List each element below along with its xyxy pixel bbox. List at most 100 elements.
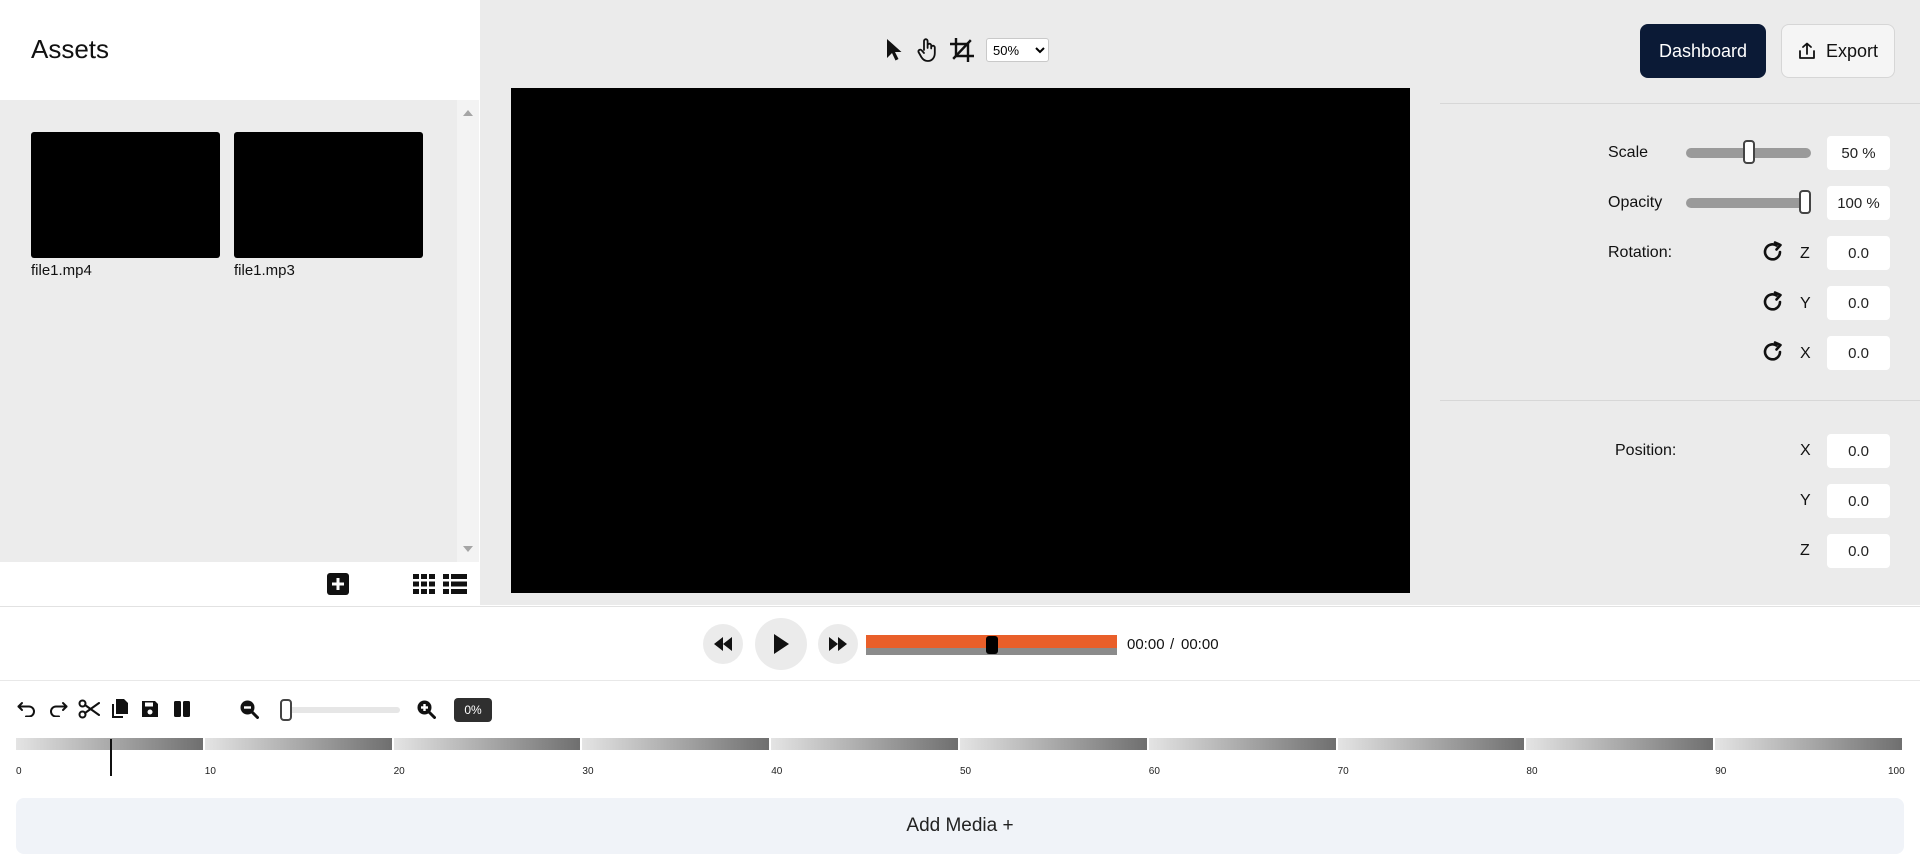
ruler-tick-label: 80 — [1526, 766, 1538, 777]
scale-label: Scale — [1608, 144, 1649, 161]
fast-forward-icon — [829, 637, 847, 651]
position-y-label: Y — [1800, 492, 1811, 509]
ruler-segment — [1715, 738, 1902, 750]
undo-icon[interactable] — [16, 698, 38, 720]
rotation-z-label: Z — [1800, 245, 1810, 262]
progress-thumb[interactable] — [985, 636, 998, 654]
asset-tile[interactable]: file1.mp4 — [31, 132, 220, 279]
rotate-icon[interactable] — [1762, 341, 1784, 363]
export-button[interactable]: Export — [1781, 24, 1895, 78]
export-icon — [1798, 42, 1816, 60]
opacity-slider-thumb[interactable] — [1799, 190, 1811, 214]
pointer-tool-icon[interactable] — [880, 36, 908, 64]
ruler-segment — [204, 738, 392, 750]
rotate-icon[interactable] — [1762, 241, 1784, 263]
rotation-y-label: Y — [1800, 295, 1811, 312]
add-media-button[interactable]: Add Media + — [16, 798, 1904, 854]
position-z-label: Z — [1800, 542, 1810, 559]
position-y-input[interactable]: 0.0 — [1827, 484, 1890, 518]
opacity-label: Opacity — [1608, 194, 1663, 211]
ruler-tick-label: 70 — [1337, 766, 1349, 777]
position-x-label: X — [1800, 442, 1811, 459]
timeline-zoom-slider[interactable] — [280, 699, 400, 721]
ruler-segment — [582, 738, 770, 750]
rotation-x-input[interactable]: 0.0 — [1827, 336, 1890, 370]
assets-grid: file1.mp4 file1.mp3 — [0, 100, 457, 562]
ruler-segment — [771, 738, 958, 750]
ruler-segment — [960, 738, 1147, 750]
video-canvas[interactable] — [511, 88, 1410, 593]
position-label: Position: — [1615, 442, 1677, 459]
cut-icon[interactable] — [78, 698, 100, 720]
fast-forward-button[interactable] — [818, 624, 858, 664]
ruler-tick-label: 40 — [771, 766, 783, 777]
timeline-ruler[interactable] — [16, 738, 1904, 752]
playhead[interactable] — [110, 739, 113, 776]
assets-panel: Assets file1.mp4 file1.mp3 — [0, 0, 479, 605]
ruler-tick-label: 90 — [1715, 766, 1727, 777]
position-z-input[interactable]: 0.0 — [1827, 534, 1890, 568]
rewind-icon — [714, 637, 732, 651]
asset-name: file1.mp3 — [234, 262, 295, 279]
ruler-tick-label: 100 — [1888, 766, 1905, 777]
assets-title: Assets — [31, 34, 110, 64]
rotation-label: Rotation: — [1608, 244, 1673, 261]
ruler-segment — [393, 738, 581, 750]
assets-scrollbar[interactable] — [457, 100, 479, 562]
asset-thumbnail[interactable] — [234, 132, 423, 258]
rewind-button[interactable] — [703, 624, 743, 664]
zoom-select[interactable]: 50% — [986, 38, 1049, 62]
ruler-segment — [1526, 738, 1714, 750]
playback-progress-bar[interactable] — [866, 635, 1117, 655]
assets-header: Assets — [0, 0, 479, 100]
ruler-tick-label: 20 — [393, 766, 405, 777]
scale-slider-thumb[interactable] — [1742, 140, 1755, 164]
scroll-up-icon[interactable] — [463, 110, 473, 116]
rotation-x-label: X — [1800, 345, 1811, 362]
viewer-toolbar: 50% — [880, 36, 1049, 64]
ruler-tick-label: 10 — [204, 766, 216, 777]
opacity-slider[interactable] — [1686, 190, 1811, 214]
rotation-z-input[interactable]: 0.0 — [1827, 236, 1890, 270]
time-separator: / — [1170, 636, 1175, 653]
redo-icon[interactable] — [47, 698, 69, 720]
current-time: 00:00 — [1127, 636, 1165, 653]
asset-name: file1.mp4 — [31, 262, 92, 279]
ruler-segment — [1337, 738, 1525, 750]
divider — [1440, 103, 1920, 104]
scroll-down-icon[interactable] — [463, 546, 473, 552]
position-x-input[interactable]: 0.0 — [1827, 434, 1890, 468]
properties-header: Dashboard Export — [1440, 0, 1920, 103]
preview-area: 50% — [480, 0, 1440, 605]
scale-slider[interactable] — [1686, 140, 1811, 164]
export-label: Export — [1825, 40, 1879, 61]
asset-thumbnail[interactable] — [31, 132, 220, 258]
playback-controls: 00:00 / 00:00 — [0, 606, 1920, 681]
timeline-zoom-thumb[interactable] — [280, 699, 292, 721]
dashboard-button[interactable]: Dashboard — [1640, 24, 1766, 78]
rotation-y-input[interactable]: 0.0 — [1827, 286, 1890, 320]
ruler-tick-label: 30 — [582, 766, 594, 777]
divider — [1440, 400, 1920, 401]
timeline-toolbar: 0% — [0, 682, 1920, 737]
hand-tool-icon[interactable] — [914, 36, 942, 64]
crop-tool-icon[interactable] — [948, 36, 976, 64]
properties-panel: Dashboard Export Scale 50 % Opacity 100 … — [1440, 0, 1920, 605]
add-asset-icon[interactable] — [326, 573, 350, 595]
timeline-zoom-percent: 0% — [454, 698, 492, 722]
split-icon[interactable] — [171, 698, 193, 720]
grid-view-icon[interactable] — [412, 573, 436, 595]
play-button[interactable] — [755, 618, 807, 670]
copy-icon[interactable] — [109, 698, 131, 720]
zoom-out-icon[interactable] — [238, 698, 260, 720]
opacity-value[interactable]: 100 % — [1827, 186, 1890, 220]
scale-value[interactable]: 50 % — [1827, 136, 1890, 170]
zoom-in-icon[interactable] — [415, 698, 437, 720]
ruler-segment — [1148, 738, 1336, 750]
asset-tile[interactable]: file1.mp3 — [234, 132, 423, 279]
ruler-tick-label: 60 — [1148, 766, 1160, 777]
ruler-tick-label: 0 — [16, 766, 22, 777]
list-view-icon[interactable] — [443, 573, 467, 595]
rotate-icon[interactable] — [1762, 291, 1784, 313]
save-icon[interactable] — [139, 698, 161, 720]
